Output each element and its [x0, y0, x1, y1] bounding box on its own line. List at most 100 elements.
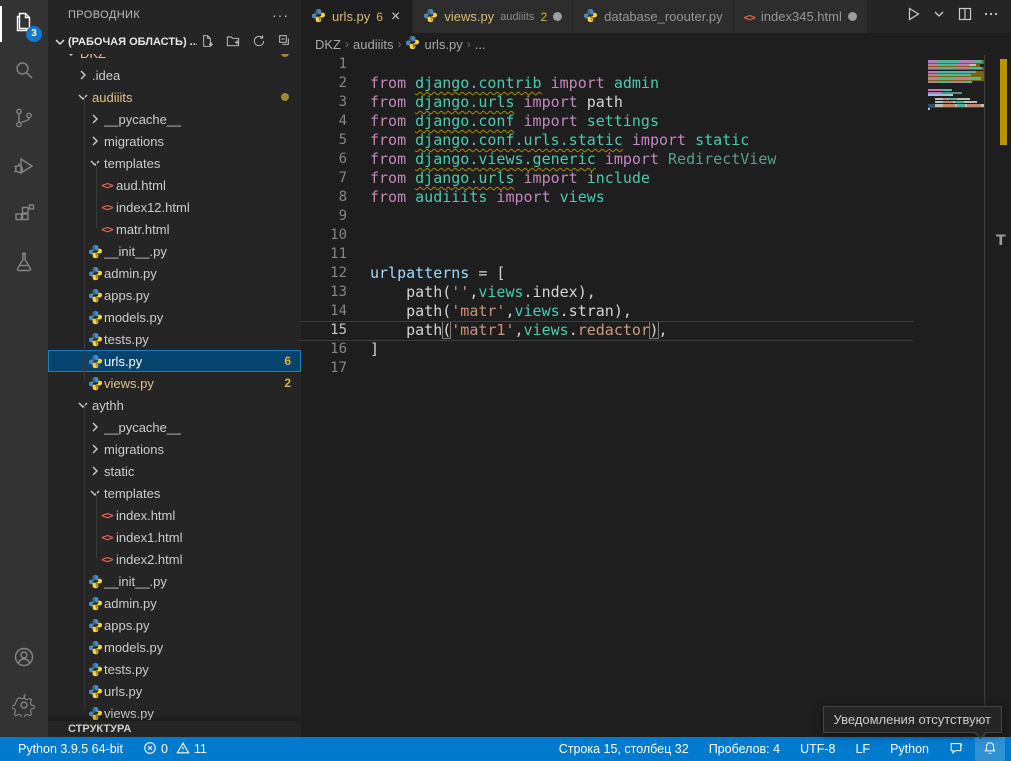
- activity-testing-button[interactable]: [0, 240, 48, 288]
- code-line-17[interactable]: 17: [301, 359, 1011, 378]
- new-file-button[interactable]: [197, 32, 217, 52]
- activity-extensions-button[interactable]: [0, 192, 48, 240]
- overview-ruler[interactable]: T: [984, 55, 1011, 737]
- tree-item--idea[interactable]: .idea: [48, 64, 301, 86]
- tree-item-views-py[interactable]: views.py2: [48, 372, 301, 394]
- code-line-15[interactable]: 15 path('matr1',views.redactor),: [301, 321, 1011, 340]
- tab-database-roouter-py[interactable]: database_roouter.py: [573, 0, 734, 33]
- code-line-14[interactable]: 14 path('matr',views.stran),: [301, 302, 1011, 321]
- tree-item-apps-py[interactable]: apps.py: [48, 614, 301, 636]
- tree-item-index1-html[interactable]: <>index1.html: [48, 526, 301, 548]
- tree-item--init-py[interactable]: __init__.py: [48, 240, 301, 262]
- tree-item-urls-py[interactable]: urls.py6: [48, 350, 301, 372]
- statusbar-notifications-button[interactable]: [975, 737, 1005, 761]
- tree-item-index12-html[interactable]: <>index12.html: [48, 196, 301, 218]
- tree-item-index-html[interactable]: <>index.html: [48, 504, 301, 526]
- line-text: from django.conf.urls.static import stat…: [347, 131, 749, 150]
- breadcrumb-item[interactable]: audiiits: [353, 37, 393, 52]
- tree-item-migrations[interactable]: migrations: [48, 438, 301, 460]
- run-button[interactable]: [905, 6, 921, 27]
- code-line-3[interactable]: 3from django.urls import path: [301, 93, 1011, 112]
- tree-item-dkz[interactable]: DKZ: [48, 54, 301, 64]
- html-file-icon: <>: [98, 223, 116, 236]
- tree-item-models-py[interactable]: models.py: [48, 306, 301, 328]
- statusbar-feedback-button[interactable]: [941, 737, 971, 761]
- workspace-section-header[interactable]: (РАБОЧАЯ ОБЛАСТЬ) ...: [48, 30, 301, 54]
- code-line-9[interactable]: 9: [301, 207, 1011, 226]
- new-file-icon: [199, 33, 215, 52]
- code-line-16[interactable]: 16]: [301, 340, 1011, 359]
- tree-item-tests-py[interactable]: tests.py: [48, 658, 301, 680]
- code-line-6[interactable]: 6from django.views.generic import Redire…: [301, 150, 1011, 169]
- breadcrumb-item[interactable]: urls.py: [405, 35, 462, 53]
- statusbar-cursor-position[interactable]: Строка 15, столбец 32: [551, 737, 697, 761]
- tab-bar: urls.py6×views.pyaudiiits2 database_roout…: [301, 0, 1011, 33]
- activity-settings-button[interactable]: [0, 683, 48, 731]
- tree-item-templates[interactable]: templates: [48, 482, 301, 504]
- statusbar-indentation[interactable]: Пробелов: 4: [701, 737, 788, 761]
- problems-count-badge: 6: [284, 354, 291, 368]
- tab-label: database_roouter.py: [604, 9, 723, 24]
- code-line-4[interactable]: 4from django.conf import settings: [301, 112, 1011, 131]
- tree-item-label: tests.py: [104, 332, 149, 347]
- chevron-right-icon: [74, 67, 92, 83]
- tab-views-py[interactable]: views.pyaudiiits2: [413, 0, 573, 33]
- code-editor[interactable]: 12from django.contrib import admin3from …: [301, 55, 1011, 737]
- statusbar-python-version[interactable]: Python 3.9.5 64-bit: [10, 737, 131, 761]
- tree-item-admin-py[interactable]: admin.py: [48, 592, 301, 614]
- tree-item--init-py[interactable]: __init__.py: [48, 570, 301, 592]
- breadcrumb-item[interactable]: ...: [475, 37, 486, 52]
- breadcrumb-item[interactable]: DKZ: [315, 37, 341, 52]
- tree-item-matr-html[interactable]: <>matr.html: [48, 218, 301, 240]
- refresh-button[interactable]: [249, 32, 269, 52]
- statusbar-language-mode[interactable]: Python: [882, 737, 937, 761]
- tree-item-index2-html[interactable]: <>index2.html: [48, 548, 301, 570]
- collapse-all-button[interactable]: [275, 32, 295, 52]
- tree-item-aud-html[interactable]: <>aud.html: [48, 174, 301, 196]
- tree-item--pycache-[interactable]: __pycache__: [48, 416, 301, 438]
- tree-item-label: __init__.py: [104, 574, 167, 589]
- code-line-12[interactable]: 12urlpatterns = [: [301, 264, 1011, 283]
- sidebar-more-actions-icon[interactable]: ···: [272, 7, 289, 23]
- tree-item-aythh[interactable]: aythh: [48, 394, 301, 416]
- code-line-2[interactable]: 2from django.contrib import admin: [301, 74, 1011, 93]
- tree-item-models-py[interactable]: models.py: [48, 636, 301, 658]
- tree-item-views-py[interactable]: views.py: [48, 702, 301, 720]
- tree-item-audiiits[interactable]: audiiits: [48, 86, 301, 108]
- activity-account-button[interactable]: [0, 635, 48, 683]
- run-dropdown-button[interactable]: [931, 6, 947, 27]
- close-icon[interactable]: ×: [389, 9, 402, 25]
- new-folder-button[interactable]: [223, 32, 243, 52]
- activity-explorer-button[interactable]: 3: [0, 0, 48, 48]
- tree-item-admin-py[interactable]: admin.py: [48, 262, 301, 284]
- tab-index345-html[interactable]: <>index345.html: [734, 0, 868, 33]
- tree-item-migrations[interactable]: migrations: [48, 130, 301, 152]
- tree-item-apps-py[interactable]: apps.py: [48, 284, 301, 306]
- code-line-13[interactable]: 13 path('',views.index),: [301, 283, 1011, 302]
- tree-item-tests-py[interactable]: tests.py: [48, 328, 301, 350]
- tree-item-templates[interactable]: templates: [48, 152, 301, 174]
- activity-search-button[interactable]: [0, 48, 48, 96]
- tab-urls-py[interactable]: urls.py6×: [301, 0, 413, 33]
- tree-item--pycache-[interactable]: __pycache__: [48, 108, 301, 130]
- more-button[interactable]: [983, 6, 999, 27]
- statusbar-encoding[interactable]: UTF-8: [792, 737, 843, 761]
- statusbar-problems[interactable]: 011: [135, 737, 215, 761]
- code-line-10[interactable]: 10: [301, 226, 1011, 245]
- chevron-down-icon: [74, 89, 92, 105]
- tree-item-static[interactable]: static: [48, 460, 301, 482]
- search-icon: [12, 58, 36, 87]
- activity-source-control-button[interactable]: [0, 96, 48, 144]
- code-line-7[interactable]: 7from django.urls import include: [301, 169, 1011, 188]
- outline-section-header[interactable]: СТРУКТУРА: [48, 720, 301, 737]
- activity-run-debug-button[interactable]: [0, 144, 48, 192]
- tree-item-urls-py[interactable]: urls.py: [48, 680, 301, 702]
- code-line-1[interactable]: 1: [301, 55, 1011, 74]
- code-line-11[interactable]: 11: [301, 245, 1011, 264]
- minimap[interactable]: [928, 57, 984, 115]
- code-line-8[interactable]: 8from audiiits import views: [301, 188, 1011, 207]
- line-text: urlpatterns = [: [347, 264, 505, 283]
- split-editor-button[interactable]: [957, 6, 973, 27]
- code-line-5[interactable]: 5from django.conf.urls.static import sta…: [301, 131, 1011, 150]
- statusbar-eol[interactable]: LF: [847, 737, 878, 761]
